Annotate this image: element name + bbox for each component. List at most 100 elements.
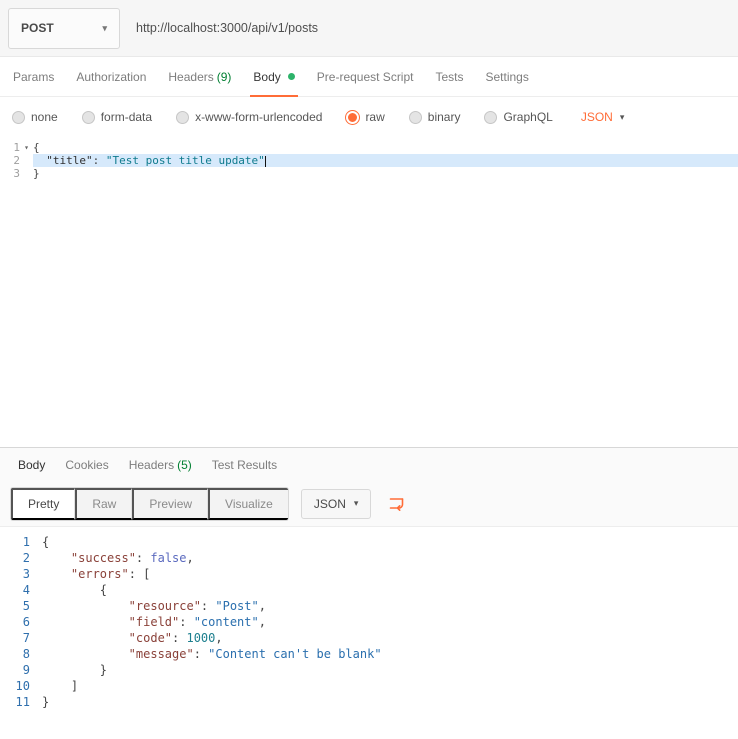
chevron-down-icon: ▾	[354, 498, 359, 509]
response-tab-body[interactable]: Body	[8, 458, 55, 472]
body-mode-form-data[interactable]: form-data	[82, 110, 152, 124]
body-mode-bar: none form-data x-www-form-urlencoded raw bin…	[0, 97, 738, 137]
method-select[interactable]: POST ▾	[8, 8, 120, 49]
request-tab-body[interactable]: Body	[242, 57, 305, 96]
token-key: "success"	[71, 551, 136, 565]
radio-icon	[484, 111, 497, 124]
tab-label: Body	[253, 70, 280, 84]
code-line: 3"errors": [	[0, 566, 738, 582]
request-url-bar: POST ▾	[0, 0, 738, 57]
mode-label: raw	[365, 110, 384, 124]
token-ws	[33, 154, 46, 167]
fold-spacer	[20, 154, 33, 167]
request-tab-authorization[interactable]: Authorization	[65, 57, 157, 96]
response-body-viewer: 1{2"success": false,3"errors": [4{5"reso…	[0, 527, 738, 739]
token-punct: }	[100, 663, 107, 677]
token-key: "field"	[129, 615, 180, 629]
code-line[interactable]: 1▾{	[0, 141, 738, 154]
mode-label: form-data	[101, 110, 152, 124]
body-mode-raw[interactable]: raw	[346, 110, 384, 124]
code-content: "errors": [	[42, 566, 738, 582]
token-punct: {	[33, 141, 40, 154]
code-content: }	[33, 167, 738, 180]
token-punct: :	[201, 599, 215, 613]
mode-label: binary	[428, 110, 461, 124]
code-line: 8"message": "Content can't be blank"	[0, 646, 738, 662]
body-language-dropdown[interactable]: JSON ▾	[581, 110, 625, 124]
code-line: 2"success": false,	[0, 550, 738, 566]
wrap-lines-icon[interactable]	[387, 494, 406, 513]
request-tab-headers[interactable]: Headers (9)	[157, 57, 242, 96]
request-body-editor[interactable]: 1▾{2 "title": "Test post title update"3}	[0, 137, 738, 447]
unsaved-dot-icon	[288, 73, 295, 80]
tab-label: Body	[18, 458, 45, 472]
code-line: 10]	[0, 678, 738, 694]
token-punct: ,	[259, 615, 266, 629]
code-content: "title": "Test post title update"	[33, 154, 738, 167]
radio-icon	[176, 111, 189, 124]
code-line[interactable]: 3}	[0, 167, 738, 180]
line-number: 10	[0, 678, 42, 694]
tab-label: Headers	[129, 458, 174, 472]
line-number: 7	[0, 630, 42, 646]
tab-label: Pre-request Script	[317, 70, 414, 84]
response-tab-cookies[interactable]: Cookies	[55, 458, 118, 472]
token-punct: ]	[71, 679, 78, 693]
postman-request-view: POST ▾ Params Authorization Headers (9) Body…	[0, 0, 738, 739]
line-number: 6	[0, 614, 42, 630]
tab-count: (9)	[217, 70, 232, 84]
request-tab-pre-request-script[interactable]: Pre-request Script	[306, 57, 425, 96]
radio-icon	[12, 111, 25, 124]
line-number: 1	[0, 141, 20, 154]
response-language-dropdown[interactable]: JSON ▾	[301, 489, 372, 519]
view-preview[interactable]: Preview	[132, 488, 208, 520]
token-punct: :	[93, 154, 106, 167]
mode-label: GraphQL	[503, 110, 552, 124]
token-key: "errors"	[71, 567, 129, 581]
fold-spacer	[20, 167, 33, 180]
radio-icon	[82, 111, 95, 124]
line-number: 2	[0, 550, 42, 566]
response-tabs: Body CookiesHeaders(5)Test Results	[0, 448, 738, 481]
line-number: 9	[0, 662, 42, 678]
body-mode-graphql[interactable]: GraphQL	[484, 110, 552, 124]
mode-label: x-www-form-urlencoded	[195, 110, 322, 124]
mode-label: none	[31, 110, 58, 124]
code-content: "field": "content",	[42, 614, 738, 630]
view-visualize[interactable]: Visualize	[208, 488, 288, 520]
response-tab-test-results[interactable]: Test Results	[202, 458, 287, 472]
code-line: 5"resource": "Post",	[0, 598, 738, 614]
code-line: 1{	[0, 534, 738, 550]
chevron-down-icon: ▾	[102, 23, 107, 34]
token-punct: {	[42, 535, 49, 549]
body-mode-binary[interactable]: binary	[409, 110, 461, 124]
token-str: "Test post title update"	[106, 154, 265, 167]
view-raw[interactable]: Raw	[75, 488, 132, 520]
code-line[interactable]: 2 "title": "Test post title update"	[0, 154, 738, 167]
code-line: 9}	[0, 662, 738, 678]
code-content: "success": false,	[42, 550, 738, 566]
code-line: 6"field": "content",	[0, 614, 738, 630]
request-tab-params[interactable]: Params	[2, 57, 65, 96]
fold-toggle-icon[interactable]: ▾	[20, 141, 33, 154]
code-content: }	[42, 662, 738, 678]
body-mode-x-www-form-urlencoded[interactable]: x-www-form-urlencoded	[176, 110, 322, 124]
token-key: "title"	[46, 154, 92, 167]
code-content: }	[42, 694, 738, 710]
code-content: {	[42, 582, 738, 598]
url-input[interactable]	[120, 8, 730, 49]
radio-icon	[409, 111, 422, 124]
token-punct: ,	[259, 599, 266, 613]
code-content: {	[33, 141, 738, 154]
tab-label: Params	[13, 70, 54, 84]
code-content: "message": "Content can't be blank"	[42, 646, 738, 662]
body-mode-none[interactable]: none	[12, 110, 58, 124]
request-tab-settings[interactable]: Settings	[475, 57, 540, 96]
view-pretty[interactable]: Pretty	[11, 488, 75, 520]
tab-label: Headers	[168, 70, 213, 84]
request-tab-tests[interactable]: Tests	[424, 57, 474, 96]
body-mode-options: none form-data x-www-form-urlencoded raw bin…	[12, 110, 553, 124]
response-tab-headers[interactable]: Headers(5)	[119, 458, 202, 472]
method-label: POST	[21, 21, 54, 35]
token-punct: :	[194, 647, 208, 661]
